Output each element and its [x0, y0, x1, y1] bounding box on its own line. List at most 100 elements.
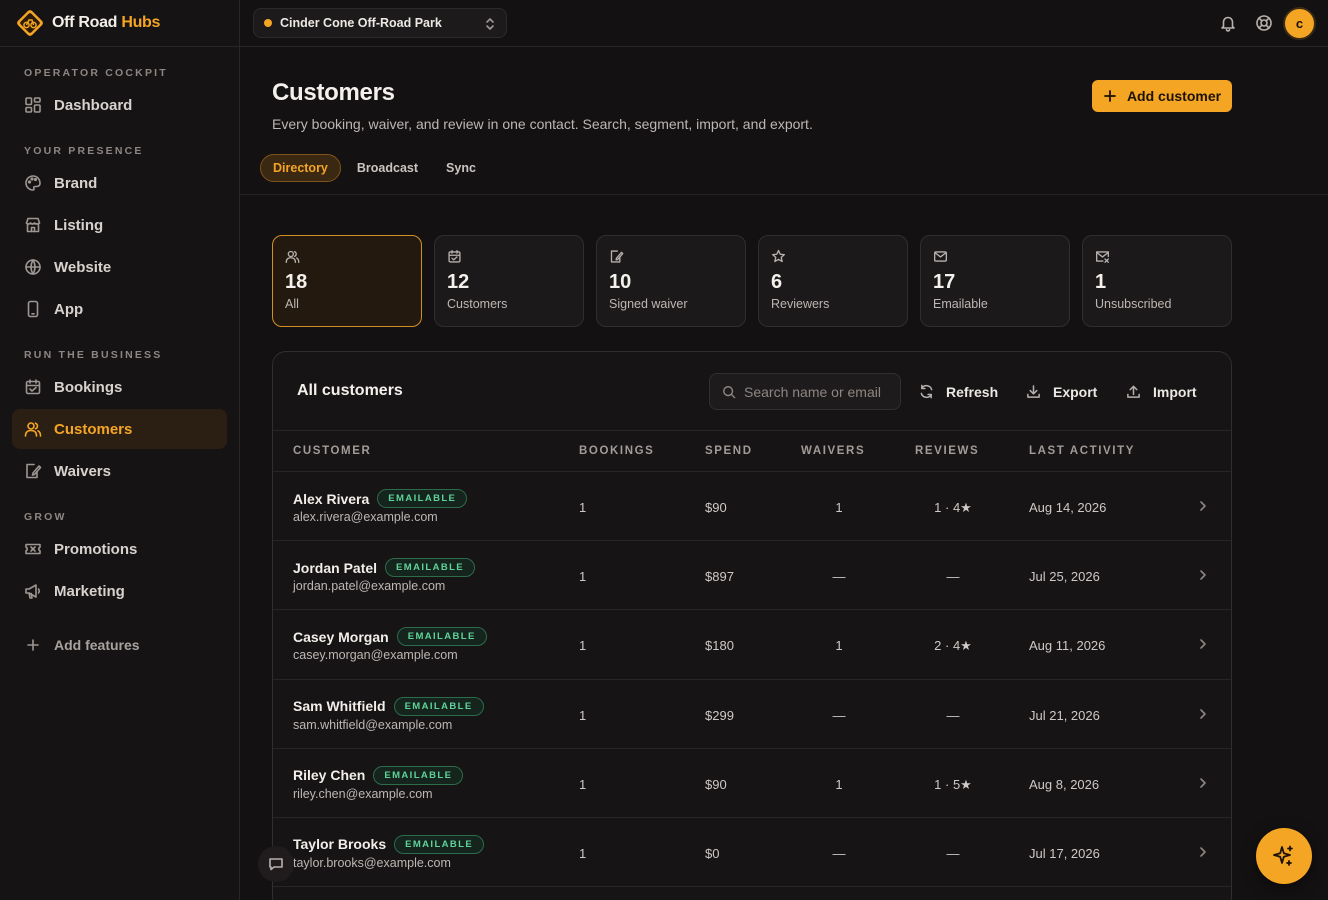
- chevron-right-icon[interactable]: [1197, 637, 1209, 651]
- table-row[interactable]: Taylor Brooks EMAILABLE taylor.brooks@exam…: [273, 818, 1231, 888]
- table-row[interactable]: Casey Morgan EMAILABLE casey.morgan@exampl…: [273, 610, 1231, 680]
- stat-card-reviewers[interactable]: 6 Reviewers: [758, 235, 908, 327]
- brand-header[interactable]: Off Road Hubs: [0, 0, 239, 47]
- bookings-cell: 1: [579, 500, 587, 515]
- table-row[interactable]: Riley Chen EMAILABLE riley.chen@example.co…: [273, 749, 1231, 818]
- spend-cell: $90: [705, 500, 727, 515]
- column-header-reviews[interactable]: REVIEWS: [915, 445, 979, 457]
- column-header-spend[interactable]: SPEND: [705, 445, 753, 457]
- column-header-waivers[interactable]: WAIVERS: [801, 445, 865, 457]
- tab-broadcast[interactable]: Broadcast: [345, 154, 430, 182]
- chevron-right-icon[interactable]: [1197, 845, 1209, 859]
- stat-card-signed-waiver[interactable]: 10 Signed waiver: [596, 235, 746, 327]
- table-row[interactable]: Alex Rivera EMAILABLE alex.rivera@example.…: [273, 472, 1231, 542]
- chevron-right-icon[interactable]: [1197, 568, 1209, 582]
- column-header-customer[interactable]: CUSTOMER: [293, 445, 371, 457]
- plus-icon: [24, 636, 42, 654]
- column-header-bookings[interactable]: BOOKINGS: [579, 445, 654, 457]
- reviews-cell: 1 · 4★: [934, 500, 972, 515]
- nav-section-label: YOUR PRESENCE: [24, 145, 144, 157]
- customer-name[interactable]: Jordan Patel: [293, 560, 377, 576]
- help-icon[interactable]: [1255, 14, 1273, 32]
- nav-section-label: GROW: [24, 511, 67, 523]
- stat-card-emailable[interactable]: 17 Emailable: [920, 235, 1070, 327]
- customer-email: riley.chen@example.com: [293, 786, 433, 801]
- column-header-last-activity[interactable]: LAST ACTIVITY: [1029, 445, 1135, 457]
- customer-name[interactable]: Riley Chen: [293, 767, 365, 783]
- stat-card-unsubscribed[interactable]: 1 Unsubscribed: [1082, 235, 1232, 327]
- bell-icon[interactable]: [1219, 14, 1237, 32]
- reviews-cell: 1 · 5★: [934, 776, 972, 792]
- add-features-button[interactable]: Add features: [12, 625, 227, 665]
- refresh-label: Refresh: [946, 383, 999, 400]
- waiver-icon: [24, 462, 42, 480]
- bookings-cell: 1: [579, 638, 587, 654]
- brand-name: Off Road Hubs: [52, 14, 160, 32]
- sidebar-item-brand[interactable]: Brand: [12, 163, 227, 203]
- search-box[interactable]: [709, 373, 901, 410]
- import-button[interactable]: Import: [1126, 373, 1197, 410]
- nav-section-label: OPERATOR COCKPIT: [24, 67, 168, 79]
- sidebar-item-customers[interactable]: Customers: [12, 409, 227, 449]
- sidebar-item-waivers[interactable]: Waivers: [12, 451, 227, 491]
- chat-button[interactable]: [258, 846, 294, 882]
- status-badge: EMAILABLE: [377, 489, 468, 508]
- sidebar-item-promotions[interactable]: Promotions: [12, 529, 227, 569]
- search-input[interactable]: [744, 383, 894, 400]
- refresh-button[interactable]: Refresh: [919, 373, 998, 410]
- customer-cell: Taylor Brooks EMAILABLE: [293, 834, 485, 854]
- sidebar-item-label: Dashboard: [54, 96, 133, 114]
- tab-sync[interactable]: Sync: [434, 154, 488, 182]
- sidebar-item-marketing[interactable]: Marketing: [12, 571, 227, 611]
- customer-cell: Alex Rivera EMAILABLE: [293, 489, 468, 508]
- waivers-cell: —: [832, 569, 846, 585]
- ai-assistant-button[interactable]: [1256, 828, 1312, 884]
- top-bar: Cinder Cone Off-Road Park c: [240, 0, 1328, 47]
- sidebar-item-listing[interactable]: Listing: [12, 205, 227, 245]
- sidebar-item-website[interactable]: Website: [12, 247, 227, 287]
- sidebar-item-bookings[interactable]: Bookings: [12, 367, 227, 407]
- stat-value: 6: [771, 271, 783, 293]
- sidebar-item-label: Website: [54, 258, 112, 276]
- stat-label: Emailable: [933, 297, 988, 311]
- user-avatar[interactable]: c: [1283, 7, 1316, 40]
- table-row[interactable]: Sam Whitfield EMAILABLE sam.whitfield@exam…: [273, 680, 1231, 749]
- customer-name[interactable]: Alex Rivera: [293, 491, 369, 507]
- users-icon: [24, 420, 42, 438]
- customer-name[interactable]: Taylor Brooks: [293, 836, 386, 852]
- stat-card-customers[interactable]: 12 Customers: [434, 235, 584, 327]
- sidebar-item-dashboard[interactable]: Dashboard: [12, 85, 227, 125]
- park-selector[interactable]: Cinder Cone Off-Road Park: [253, 8, 507, 38]
- sidebar-item-app[interactable]: App: [12, 289, 227, 329]
- bookings-cell: 1: [579, 569, 587, 585]
- ticket-icon: [24, 540, 42, 558]
- customer-name[interactable]: Casey Morgan: [293, 629, 389, 645]
- stat-label: Unsubscribed: [1095, 297, 1172, 311]
- add-customer-button[interactable]: Add customer: [1092, 80, 1232, 112]
- sidebar-item-label: Listing: [54, 216, 104, 234]
- customer-name[interactable]: Sam Whitfield: [293, 698, 386, 714]
- customer-email: jordan.patel@example.com: [293, 579, 446, 594]
- brand-logo-icon: [17, 10, 43, 36]
- sidebar-nav: OPERATOR COCKPIT Dashboard YOUR PRESENCE…: [0, 47, 239, 665]
- calendar-icon: [24, 378, 42, 396]
- tab-bar: Directory Broadcast Sync: [260, 154, 492, 182]
- customer-email: alex.rivera@example.com: [293, 510, 438, 524]
- last-activity-cell: Aug 8, 2026: [1029, 776, 1100, 792]
- status-badge: EMAILABLE: [393, 696, 484, 716]
- nav-section-label: RUN THE BUSINESS: [24, 349, 163, 361]
- brand-name-part1: Off Road: [52, 14, 118, 31]
- table-title: All customers: [297, 382, 403, 399]
- stat-card-all[interactable]: 18 All: [272, 235, 422, 327]
- tab-directory[interactable]: Directory: [260, 154, 341, 182]
- page-title: Customers: [272, 79, 395, 106]
- chevron-right-icon[interactable]: [1197, 776, 1209, 790]
- table-row[interactable]: Jordan Patel EMAILABLE jordan.patel@exampl…: [273, 541, 1231, 611]
- export-button[interactable]: Export: [1026, 373, 1097, 410]
- refresh-icon: [919, 384, 934, 399]
- divider: [240, 194, 1328, 195]
- chevron-right-icon[interactable]: [1197, 499, 1209, 513]
- chevron-right-icon[interactable]: [1197, 707, 1209, 721]
- sidebar-item-label: Customers: [54, 420, 133, 438]
- status-dot: [264, 19, 272, 27]
